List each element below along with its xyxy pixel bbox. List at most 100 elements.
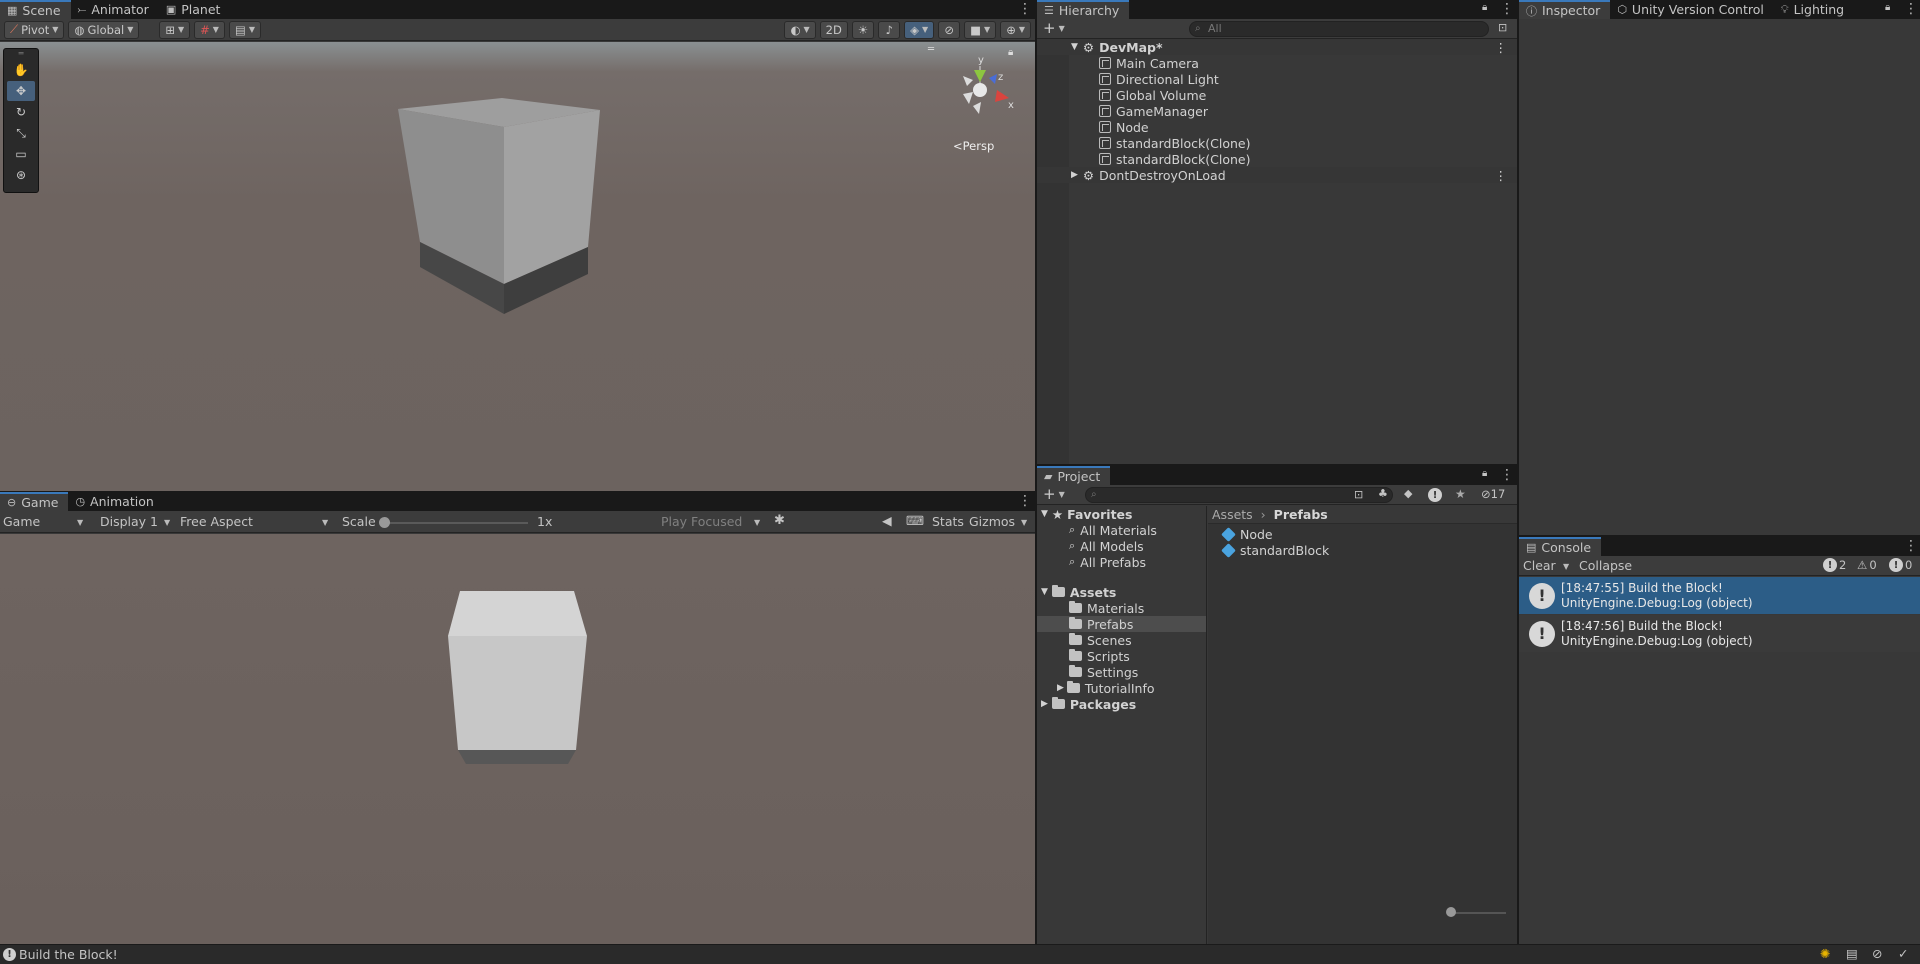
- hierarchy-kebab-menu-icon[interactable]: ⋮: [1500, 1, 1514, 17]
- inspector-kebab-menu-icon[interactable]: ⋮: [1904, 1, 1918, 17]
- aspect-dropdown[interactable]: Free Aspect ▼: [180, 514, 334, 529]
- hierarchy-item[interactable]: Node: [1037, 119, 1517, 135]
- check-circle-icon[interactable]: ✓: [1898, 946, 1908, 961]
- filter-by-type-icon[interactable]: ♣: [1378, 487, 1388, 500]
- breadcrumb-prefabs[interactable]: Prefabs: [1274, 507, 1328, 522]
- zoom-slider-track[interactable]: [1450, 912, 1506, 914]
- game-view-dropdown[interactable]: Game ▼: [3, 514, 89, 529]
- scene-viewport[interactable]: ═ ✋ ✥ ↻ ⤡ ▭ ⊛ ═ 🔒︎ y z x <Persp: [0, 42, 1035, 491]
- drag-handle[interactable]: ═: [4, 49, 38, 59]
- scene-row-devmap[interactable]: ▼ ⚙ DevMap* ⋮: [1037, 39, 1517, 55]
- gizmos-dropdown[interactable]: Gizmos ▼: [969, 514, 1033, 529]
- scale-slider-track[interactable]: [384, 522, 528, 524]
- zoom-slider-handle[interactable]: [1446, 907, 1456, 917]
- search-filter-icon[interactable]: ⊡: [1354, 488, 1363, 501]
- hierarchy-search-input[interactable]: ⌕ All: [1189, 21, 1489, 37]
- collab-icon[interactable]: ⊘: [1872, 946, 1882, 961]
- scene-row-dontdestroyonload[interactable]: ▶ ⚙ DontDestroyOnLoad ⋮: [1037, 167, 1517, 183]
- tab-scene[interactable]: ▦ Scene: [0, 0, 71, 19]
- camera-dropdown[interactable]: ■ ▼: [964, 20, 997, 39]
- toggle-2d-button[interactable]: 2D: [819, 20, 848, 39]
- rotate-tool-icon[interactable]: ↻: [7, 102, 35, 122]
- increment-snap-button[interactable]: ▤ ▼: [228, 20, 261, 39]
- filter-by-label-icon[interactable]: ◆: [1404, 487, 1412, 500]
- effects-button[interactable]: ◈ ▼: [904, 20, 935, 39]
- global-dropdown[interactable]: ◍ Global ▼: [68, 20, 140, 39]
- asset-item[interactable]: standardBlock: [1221, 542, 1329, 558]
- play-focus-dropdown[interactable]: Play Focused ▼: [661, 514, 765, 529]
- lock-icon[interactable]: 🔒︎: [1482, 468, 1487, 479]
- tab-animation[interactable]: ◷ Animation: [68, 492, 163, 511]
- tab-animator[interactable]: ⤚ Animator: [71, 0, 159, 19]
- tab-hierarchy[interactable]: ☰ Hierarchy: [1037, 0, 1130, 19]
- lighting-bake-icon[interactable]: ✺: [1820, 946, 1830, 961]
- stats-button[interactable]: Stats: [932, 514, 964, 529]
- game-kebab-menu-icon[interactable]: ⋮: [1018, 493, 1032, 509]
- grid-visibility-button[interactable]: # ▼: [194, 20, 225, 39]
- breadcrumb-assets[interactable]: Assets: [1212, 507, 1253, 522]
- tab-unity-version-control[interactable]: ⬡ Unity Version Control: [1610, 0, 1774, 19]
- add-object-button[interactable]: + ▼: [1043, 19, 1065, 37]
- scene-kebab-icon[interactable]: ⋮: [1495, 40, 1508, 55]
- overlay-menu-icon[interactable]: ═: [928, 44, 934, 55]
- tab-project[interactable]: ▰ Project: [1037, 466, 1111, 485]
- tab-lighting[interactable]: 💡︎ Lighting: [1774, 0, 1854, 19]
- warning-count-toggle[interactable]: ⚠ 0: [1857, 558, 1877, 572]
- lock-icon[interactable]: 🔒︎: [1482, 2, 1487, 13]
- favorite-item[interactable]: ⌕ All Models: [1037, 538, 1206, 554]
- hierarchy-item[interactable]: standardBlock(Clone): [1037, 151, 1517, 167]
- packages-header[interactable]: ▶ Packages: [1037, 696, 1206, 712]
- collapse-toggle[interactable]: Collapse: [1579, 558, 1632, 573]
- favorite-item[interactable]: ⌕ All Materials: [1037, 522, 1206, 538]
- create-asset-button[interactable]: + ▼: [1043, 485, 1065, 503]
- tab-inspector[interactable]: ⓘ Inspector: [1519, 0, 1611, 19]
- scale-slider-handle[interactable]: [379, 517, 390, 528]
- bug-icon[interactable]: ✱: [774, 513, 785, 528]
- log-count-toggle[interactable]: ! 2: [1823, 558, 1846, 572]
- scene-visibility-button[interactable]: ⊘: [938, 20, 961, 39]
- console-kebab-menu-icon[interactable]: ⋮: [1904, 538, 1918, 554]
- pivot-dropdown[interactable]: ⟋ Pivot ▼: [4, 20, 65, 39]
- project-kebab-menu-icon[interactable]: ⋮: [1500, 467, 1514, 483]
- hierarchy-item[interactable]: Directional Light: [1037, 71, 1517, 87]
- audio-toggle-button[interactable]: ♪: [878, 20, 901, 39]
- draw-mode-dropdown[interactable]: ◐ ▼: [784, 20, 816, 39]
- folder-item[interactable]: Materials: [1037, 600, 1206, 616]
- lighting-toggle-button[interactable]: ☀: [851, 20, 875, 39]
- keyboard-icon[interactable]: ⌨: [906, 513, 924, 528]
- game-viewport[interactable]: [0, 534, 1035, 944]
- folder-item[interactable]: Prefabs: [1037, 616, 1206, 632]
- folder-item[interactable]: Scripts: [1037, 648, 1206, 664]
- scene-kebab-menu-icon[interactable]: ⋮: [1018, 1, 1032, 17]
- clear-dropdown[interactable]: Clear ▼: [1523, 558, 1571, 573]
- favorite-item[interactable]: ⌕ All Prefabs: [1037, 554, 1206, 570]
- tab-planet[interactable]: ▣ Planet: [159, 0, 231, 19]
- rect-tool-icon[interactable]: ▭: [7, 144, 35, 164]
- project-search-input[interactable]: ⌕: [1085, 487, 1393, 503]
- grid-snap-button[interactable]: ⊞ ▼: [159, 20, 191, 39]
- favorites-header[interactable]: ▼ ★ Favorites: [1037, 506, 1206, 522]
- tab-game[interactable]: ⊖ Game: [0, 492, 69, 511]
- hierarchy-item[interactable]: Global Volume: [1037, 87, 1517, 103]
- asset-item[interactable]: Node: [1221, 526, 1329, 542]
- hierarchy-item[interactable]: GameManager: [1037, 103, 1517, 119]
- filter-by-log-icon[interactable]: !: [1428, 488, 1442, 502]
- favorites-star-icon[interactable]: ★: [1455, 487, 1466, 501]
- scene-kebab-icon[interactable]: ⋮: [1495, 168, 1508, 183]
- folder-item[interactable]: Scenes: [1037, 632, 1206, 648]
- status-message[interactable]: Build the Block!: [19, 947, 118, 962]
- gizmos-dropdown[interactable]: ⊕ ▼: [1000, 20, 1031, 39]
- hand-tool-icon[interactable]: ✋: [7, 60, 35, 80]
- network-icon[interactable]: ▤: [1846, 946, 1858, 961]
- folder-item[interactable]: ▶ TutorialInfo: [1037, 680, 1206, 696]
- hidden-packages-toggle[interactable]: ⊘17: [1481, 487, 1505, 501]
- error-count-toggle[interactable]: ! 0: [1889, 558, 1912, 572]
- move-tool-icon[interactable]: ✥: [7, 81, 35, 101]
- search-filter-icon[interactable]: ⊡: [1498, 21, 1507, 34]
- hierarchy-item[interactable]: Main Camera: [1037, 55, 1517, 71]
- tab-console[interactable]: ▤ Console: [1519, 537, 1602, 556]
- console-entry[interactable]: ! [18:47:56] Build the Block! UnityEngine…: [1519, 615, 1920, 652]
- display-dropdown[interactable]: Display 1 ▼: [100, 514, 172, 529]
- projection-toggle[interactable]: <Persp: [953, 139, 994, 153]
- lock-icon[interactable]: 🔒︎: [1885, 2, 1890, 13]
